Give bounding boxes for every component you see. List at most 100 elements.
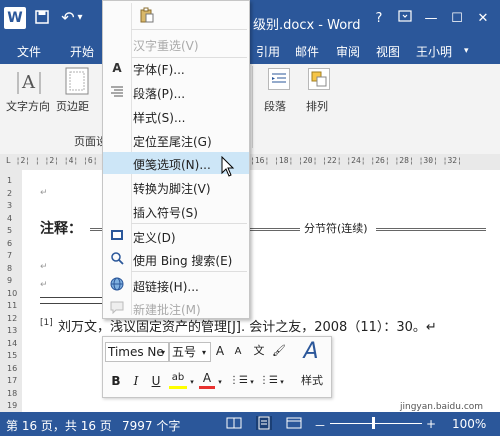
- menu-item-paragraph[interactable]: 段落(P)...: [103, 81, 249, 103]
- bullets-dropdown-icon[interactable]: ▾: [249, 374, 255, 390]
- arrange-icon[interactable]: [308, 68, 330, 90]
- vertical-ruler-number: 9: [7, 276, 13, 285]
- undo-dropdown-icon[interactable]: ▾: [76, 10, 84, 26]
- menu-item-convert-to-footnote[interactable]: 转换为脚注(V): [103, 176, 249, 198]
- menu-item-insert-symbol[interactable]: 插入符号(S): [103, 200, 249, 222]
- shrink-font-icon[interactable]: A: [231, 344, 245, 360]
- menu-item-font[interactable]: A 字体(F)...: [103, 57, 249, 79]
- bold-button[interactable]: B: [109, 373, 123, 389]
- footnote-marker: [1]: [40, 318, 53, 328]
- tab-review[interactable]: 审阅: [336, 43, 360, 60]
- vertical-ruler-number: 5: [7, 226, 13, 235]
- footnote-separator: [40, 303, 104, 304]
- vertical-ruler-number: 17: [7, 376, 18, 385]
- grow-font-icon[interactable]: A: [213, 343, 227, 359]
- font-color-icon[interactable]: A: [199, 370, 215, 389]
- watermark: jingyan.baidu.com: [400, 402, 484, 412]
- menu-item-go-to-endnote[interactable]: 定位至尾注(G): [103, 129, 249, 151]
- font-size-value: 五号: [172, 345, 197, 359]
- menu-item-paste-options[interactable]: [103, 3, 249, 27]
- vertical-ruler-number: 2: [7, 188, 13, 198]
- user-dropdown-icon[interactable]: ▾: [464, 46, 469, 56]
- book-icon: [109, 228, 125, 244]
- margins-icon[interactable]: [64, 66, 90, 96]
- note-heading: 注释：: [40, 221, 82, 237]
- maximize-button[interactable]: ☐: [446, 10, 468, 28]
- close-button[interactable]: ✕: [472, 10, 494, 28]
- paragraph-label[interactable]: 段落: [264, 98, 286, 114]
- tab-view[interactable]: 视图: [376, 43, 400, 60]
- numbering-icon[interactable]: ⋮☰: [259, 373, 278, 389]
- menu-item-label: 段落(P)...: [133, 87, 186, 101]
- numbering-dropdown-icon[interactable]: ▾: [279, 374, 285, 390]
- vertical-ruler-number: 6: [7, 238, 13, 248]
- styles-icon[interactable]: A: [299, 339, 323, 365]
- menu-item-label: 超链接(H)...: [133, 280, 199, 294]
- undo-icon[interactable]: ↶: [60, 10, 76, 26]
- web-layout-icon[interactable]: [286, 416, 302, 430]
- styles-label[interactable]: 样式: [299, 373, 325, 389]
- vertical-ruler-number: 10: [7, 288, 18, 298]
- ribbon-display-options-icon[interactable]: [394, 10, 416, 28]
- hyperlink-icon: [109, 277, 125, 293]
- paragraph-indent-icon[interactable]: [268, 68, 290, 90]
- menu-item-label: 使用 Bing 搜索(E): [133, 254, 233, 268]
- read-mode-icon[interactable]: [226, 416, 242, 430]
- font-color-dropdown-icon[interactable]: ▾: [217, 374, 223, 390]
- menu-item-define[interactable]: 定义(D): [103, 225, 249, 247]
- menu-item-label: 样式(S)...: [133, 111, 186, 125]
- tab-mailings[interactable]: 邮件: [295, 43, 319, 60]
- tab-home[interactable]: 开始: [70, 43, 94, 60]
- vertical-ruler-number: 18: [7, 388, 18, 398]
- help-button[interactable]: ?: [368, 10, 390, 28]
- svg-text:A: A: [21, 72, 36, 93]
- menu-item-label: 便笺选项(N)...: [133, 158, 211, 172]
- tab-references[interactable]: 引用: [256, 43, 280, 60]
- bing-search-icon: [109, 251, 125, 267]
- text-direction-icon[interactable]: A: [14, 68, 44, 96]
- vertical-ruler[interactable]: 1 2 3 4 5 6 7 8 9 10 11 12 13 14 15 16 17 18 19: [0, 170, 23, 412]
- phonetic-guide-icon[interactable]: 文: [251, 343, 267, 359]
- format-painter-icon[interactable]: 🖌: [271, 343, 287, 359]
- minimize-button[interactable]: —: [420, 10, 442, 28]
- menu-item-new-comment: 新建批注(M): [103, 297, 249, 319]
- font-name-dropdown-icon[interactable]: ▾: [159, 345, 167, 361]
- print-layout-icon[interactable]: [256, 416, 272, 430]
- mouse-cursor-icon: [220, 155, 236, 178]
- save-icon[interactable]: [34, 10, 50, 26]
- comment-icon: [109, 300, 125, 316]
- user-name[interactable]: 王小明: [416, 43, 452, 60]
- tab-file-label: 文件: [17, 45, 42, 59]
- font-size-dropdown-icon[interactable]: ▾: [200, 345, 208, 361]
- highlight-icon[interactable]: ab: [169, 370, 187, 389]
- word-app-icon[interactable]: W: [4, 7, 26, 29]
- margins-label: 页边距: [56, 100, 89, 113]
- zoom-out-button[interactable]: －: [314, 417, 326, 434]
- menu-item-styles[interactable]: 样式(S)...: [103, 105, 249, 127]
- zoom-slider-track[interactable]: [330, 423, 422, 424]
- zoom-slider-thumb[interactable]: [372, 417, 375, 429]
- vertical-ruler-number: 7: [7, 251, 13, 260]
- menu-item-label: 字体(F)...: [133, 63, 185, 77]
- menu-item-reconversion: 汉字重选(V): [103, 33, 249, 55]
- zoom-level[interactable]: 100%: [452, 417, 486, 431]
- underline-button[interactable]: U: [149, 373, 163, 389]
- menu-item-label: 转换为脚注(V): [133, 182, 211, 196]
- vertical-ruler-number: 19: [7, 401, 18, 410]
- arrange-label[interactable]: 排列: [306, 98, 328, 114]
- menu-item-bing-search[interactable]: 使用 Bing 搜索(E): [103, 248, 249, 270]
- section-break-label: 分节符(连续): [304, 222, 368, 235]
- highlight-dropdown-icon[interactable]: ▾: [189, 374, 195, 390]
- italic-button[interactable]: I: [129, 373, 143, 389]
- menu-separator: [131, 223, 247, 224]
- bullets-icon[interactable]: ⋮☰: [229, 373, 248, 389]
- zoom-in-button[interactable]: +: [426, 417, 436, 431]
- word-count[interactable]: 7997 个字: [122, 417, 180, 434]
- paste-icon[interactable]: [139, 7, 155, 23]
- window-title: 级别.docx - Word: [253, 18, 361, 33]
- menu-item-hyperlink[interactable]: 超链接(H)...: [103, 274, 249, 296]
- page-count[interactable]: 第 16 页，共 16 页: [6, 417, 112, 434]
- vertical-ruler-number: 16: [7, 363, 18, 373]
- mini-toolbar: Times Ne ▾ 五号 ▾ A A 文 🖌 A 样式 B I U ab ▾ …: [102, 336, 332, 398]
- menu-separator: [131, 29, 247, 30]
